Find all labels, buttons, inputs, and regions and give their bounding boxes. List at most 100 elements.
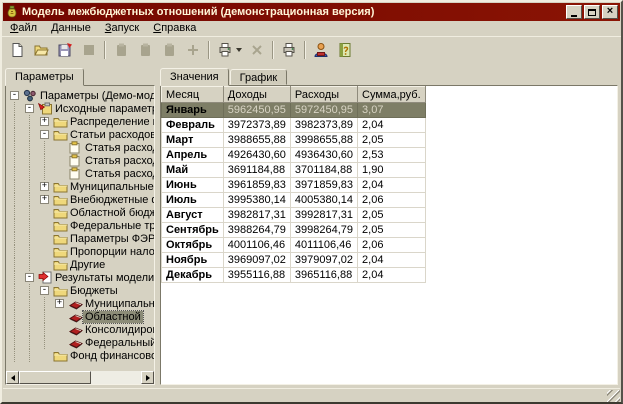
close-button[interactable]: ×	[602, 5, 618, 19]
cell-month[interactable]: Сентябрь	[162, 223, 224, 238]
cell-sum[interactable]: 2,04	[358, 268, 426, 283]
minimize-button[interactable]	[566, 5, 582, 19]
scroll-left-button[interactable]	[6, 371, 19, 384]
cell-sum[interactable]: 2,05	[358, 133, 426, 148]
menu-item-file[interactable]: Файл	[3, 21, 44, 36]
cell-income[interactable]: 3955116,88	[223, 268, 290, 283]
cell-month[interactable]: Июнь	[162, 178, 224, 193]
open-model-button[interactable]	[29, 39, 53, 61]
cell-sum[interactable]: 2,04	[358, 253, 426, 268]
cell-sum[interactable]: 2,04	[358, 118, 426, 133]
expand-toggle[interactable]: +	[40, 182, 49, 191]
cell-expense[interactable]: 3701184,88	[290, 163, 357, 178]
tab-parameters[interactable]: Параметры	[5, 68, 84, 86]
cell-month[interactable]: Июль	[162, 193, 224, 208]
cell-month[interactable]: Октябрь	[162, 238, 224, 253]
cell-sum[interactable]: 2,05	[358, 223, 426, 238]
expand-toggle[interactable]: -	[25, 104, 34, 113]
tree-item[interactable]: -Исходные параметры	[8, 102, 154, 115]
expand-toggle[interactable]: +	[40, 117, 49, 126]
cell-income[interactable]: 4926430,60	[223, 148, 290, 163]
table-row[interactable]: Июнь3961859,833971859,832,04	[162, 178, 426, 193]
expand-toggle[interactable]: -	[25, 273, 34, 282]
table-row[interactable]: Ноябрь3969097,023979097,022,04	[162, 253, 426, 268]
table-row[interactable]: Август3982817,313992817,312,05	[162, 208, 426, 223]
tab-values[interactable]: Значения	[160, 68, 229, 86]
cell-expense[interactable]: 3965116,88	[290, 268, 357, 283]
cell-expense[interactable]: 3998264,79	[290, 223, 357, 238]
tree-item[interactable]: Федеральные трансф	[8, 219, 154, 232]
cell-income[interactable]: 5962450,95	[223, 103, 290, 118]
table-row[interactable]: Март3988655,883998655,882,05	[162, 133, 426, 148]
cell-income[interactable]: 3972373,89	[223, 118, 290, 133]
table-row[interactable]: Октябрь4001106,464011106,462,06	[162, 238, 426, 253]
cell-expense[interactable]: 3971859,83	[290, 178, 357, 193]
cell-expense[interactable]: 3979097,02	[290, 253, 357, 268]
tree-item[interactable]: Консолидированн	[8, 323, 154, 336]
cell-month[interactable]: Май	[162, 163, 224, 178]
cell-sum[interactable]: 2,06	[358, 238, 426, 253]
table-row[interactable]: Май3691184,883701184,881,90	[162, 163, 426, 178]
cell-month[interactable]: Апрель	[162, 148, 224, 163]
tree-item[interactable]: -Результаты моделирован	[8, 271, 154, 284]
cell-month[interactable]: Январь	[162, 103, 224, 118]
tree-horizontal-scrollbar[interactable]	[6, 371, 154, 384]
cell-expense[interactable]: 3992817,31	[290, 208, 357, 223]
cell-income[interactable]: 3988264,79	[223, 223, 290, 238]
table-row[interactable]: Январь5962450,955972450,953,07	[162, 103, 426, 118]
cell-month[interactable]: Февраль	[162, 118, 224, 133]
cell-income[interactable]: 3982817,31	[223, 208, 290, 223]
tree-item[interactable]: Статья расходов 1	[8, 141, 154, 154]
scrollbar-thumb[interactable]	[19, 371, 91, 384]
user-button[interactable]	[309, 39, 333, 61]
column-header[interactable]: Доходы	[223, 87, 290, 103]
help-contents-button[interactable]	[333, 39, 357, 61]
cell-sum[interactable]: 2,53	[358, 148, 426, 163]
scroll-right-button[interactable]	[141, 371, 154, 384]
tree-item[interactable]: +Муниципальных о	[8, 297, 154, 310]
tree-item[interactable]: Областной бюджет	[8, 206, 154, 219]
scrollbar-track[interactable]	[91, 371, 141, 384]
menu-item-data[interactable]: Данные	[44, 21, 98, 36]
cell-income[interactable]: 3969097,02	[223, 253, 290, 268]
resize-grip[interactable]	[607, 390, 620, 402]
cell-month[interactable]: Декабрь	[162, 268, 224, 283]
column-header[interactable]: Расходы	[290, 87, 357, 103]
dropdown-arrow-icon[interactable]	[236, 48, 242, 52]
save-model-button[interactable]	[53, 39, 77, 61]
tree-item[interactable]: +Внебюджетные фонд	[8, 193, 154, 206]
cell-expense[interactable]: 4011106,46	[290, 238, 357, 253]
cell-expense[interactable]: 5972450,95	[290, 103, 357, 118]
table-row[interactable]: Апрель4926430,604936430,602,53	[162, 148, 426, 163]
cell-expense[interactable]: 4936430,60	[290, 148, 357, 163]
cell-income[interactable]: 3961859,83	[223, 178, 290, 193]
cell-income[interactable]: 3988655,88	[223, 133, 290, 148]
tree-item[interactable]: Параметры ФЭР	[8, 232, 154, 245]
table-row[interactable]: Декабрь3955116,883965116,882,04	[162, 268, 426, 283]
cell-expense[interactable]: 3982373,89	[290, 118, 357, 133]
tree-item[interactable]: Фонд финансовой под	[8, 349, 154, 362]
column-header[interactable]: Сумма,руб.	[358, 87, 426, 103]
cell-sum[interactable]: 3,07	[358, 103, 426, 118]
tree-item[interactable]: +Распределение налог	[8, 115, 154, 128]
table-row[interactable]: Февраль3972373,893982373,892,04	[162, 118, 426, 133]
cell-income[interactable]: 4001106,46	[223, 238, 290, 253]
tree-item[interactable]: +Муниципальные обра	[8, 180, 154, 193]
tree-item[interactable]: -Статьи расходов	[8, 128, 154, 141]
table-row[interactable]: Сентябрь3988264,793998264,792,05	[162, 223, 426, 238]
tree-item[interactable]: Пропорции налогов	[8, 245, 154, 258]
column-header[interactable]: Месяц	[162, 87, 224, 103]
expand-toggle[interactable]: -	[10, 91, 19, 100]
tree-item[interactable]: Статья расходов 2	[8, 154, 154, 167]
expand-toggle[interactable]: -	[40, 286, 49, 295]
maximize-button[interactable]	[584, 5, 600, 19]
tab-chart[interactable]: График	[230, 69, 288, 85]
cell-expense[interactable]: 4005380,14	[290, 193, 357, 208]
expand-toggle[interactable]: +	[40, 195, 49, 204]
tree-item[interactable]: Областной	[8, 310, 154, 323]
cell-sum[interactable]: 1,90	[358, 163, 426, 178]
cell-sum[interactable]: 2,04	[358, 178, 426, 193]
menu-item-run[interactable]: Запуск	[98, 21, 146, 36]
tree-item[interactable]: Статья расходов 3	[8, 167, 154, 180]
cell-income[interactable]: 3995380,14	[223, 193, 290, 208]
